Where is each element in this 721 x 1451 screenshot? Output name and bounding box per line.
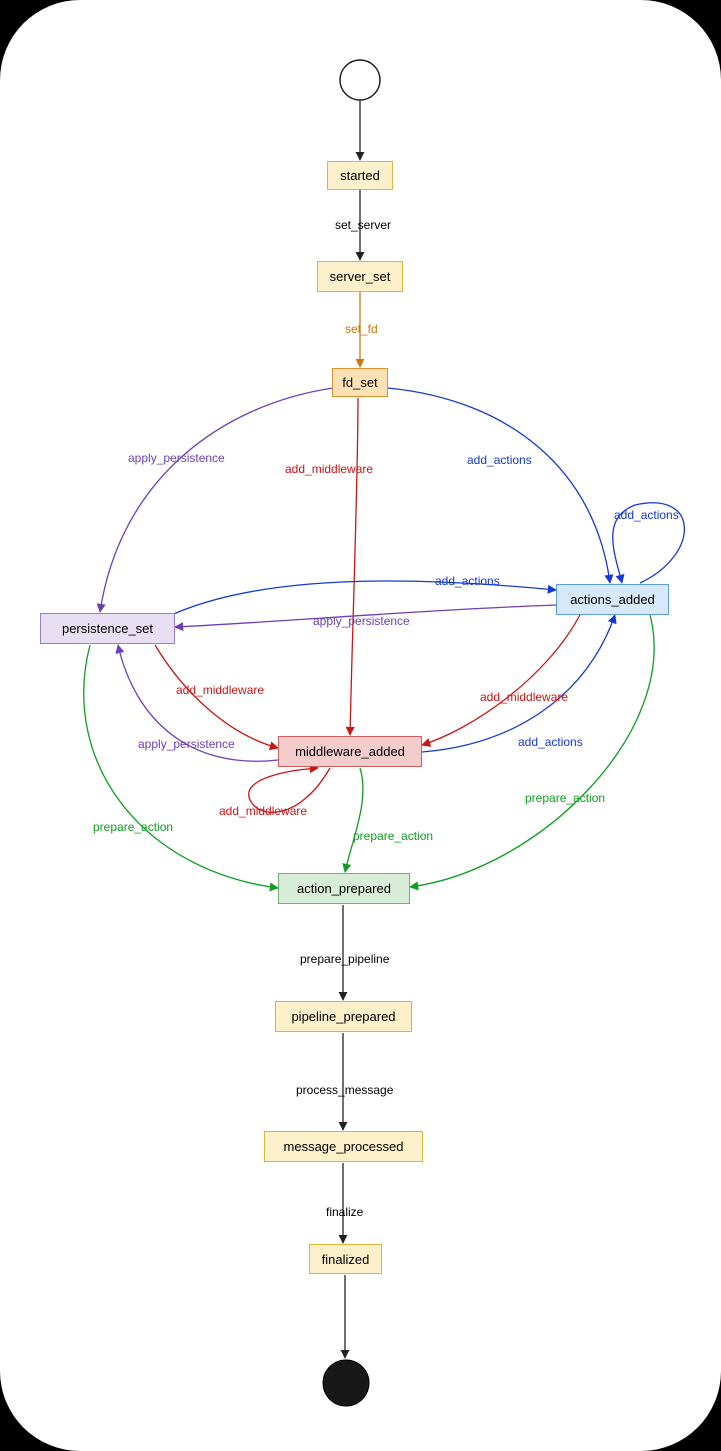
label-add-actions-3: add_actions <box>518 735 583 749</box>
label-finalize: finalize <box>326 1205 363 1219</box>
node-label: message_processed <box>284 1139 404 1154</box>
label-add-middleware-1: add_middleware <box>285 462 373 476</box>
label-add-actions-1: add_actions <box>467 453 532 467</box>
edge-fdset-actions <box>388 388 610 583</box>
node-action-prepared: action_prepared <box>278 873 410 904</box>
label-add-middleware-2: add_middleware <box>176 683 264 697</box>
node-fd-set: fd_set <box>332 368 388 397</box>
node-server-set: server_set <box>317 261 403 292</box>
node-persistence-set: persistence_set <box>40 613 175 644</box>
node-label: actions_added <box>570 592 655 607</box>
node-label: finalized <box>322 1252 370 1267</box>
label-set-fd: set_fd <box>345 322 378 336</box>
label-process-message: process_message <box>296 1083 393 1097</box>
node-label: pipeline_prepared <box>291 1009 395 1024</box>
node-label: middleware_added <box>295 744 405 759</box>
label-set-server: set_server <box>335 218 391 232</box>
node-label: persistence_set <box>62 621 153 636</box>
label-prepare-pipeline: prepare_pipeline <box>300 952 389 966</box>
label-prepare-action-2: prepare_action <box>353 829 433 843</box>
final-state <box>323 1360 369 1406</box>
node-label: fd_set <box>342 375 377 390</box>
label-prepare-action-1: prepare_action <box>93 820 173 834</box>
node-label: action_prepared <box>297 881 391 896</box>
node-message-processed: message_processed <box>264 1131 423 1162</box>
node-label: server_set <box>330 269 391 284</box>
initial-state <box>340 60 380 100</box>
label-add-middleware-3: add_middleware <box>480 690 568 704</box>
edge-middleware-actions <box>422 615 615 752</box>
node-pipeline-prepared: pipeline_prepared <box>275 1001 412 1032</box>
label-add-middleware-self: add_middleware <box>219 804 307 818</box>
diagram-canvas: started server_set fd_set persistence_se… <box>0 0 721 1451</box>
label-add-actions-self: add_actions <box>614 508 679 522</box>
label-prepare-action-3: prepare_action <box>525 791 605 805</box>
label-apply-persistence-2: apply_persistence <box>313 614 410 628</box>
label-apply-persistence-1: apply_persistence <box>128 451 225 465</box>
label-add-actions-2: add_actions <box>435 574 500 588</box>
edge-middleware-prepare <box>345 768 363 872</box>
edge-fdset-middleware <box>350 398 358 735</box>
node-middleware-added: middleware_added <box>278 736 422 767</box>
node-finalized: finalized <box>309 1244 382 1274</box>
node-started: started <box>327 161 393 190</box>
node-actions-added: actions_added <box>556 584 669 615</box>
node-label: started <box>340 168 380 183</box>
label-apply-persistence-3: apply_persistence <box>138 737 235 751</box>
edge-actions-prepare <box>410 615 654 887</box>
edge-fdset-persistence <box>100 388 333 612</box>
edge-actions-middleware <box>422 615 580 745</box>
